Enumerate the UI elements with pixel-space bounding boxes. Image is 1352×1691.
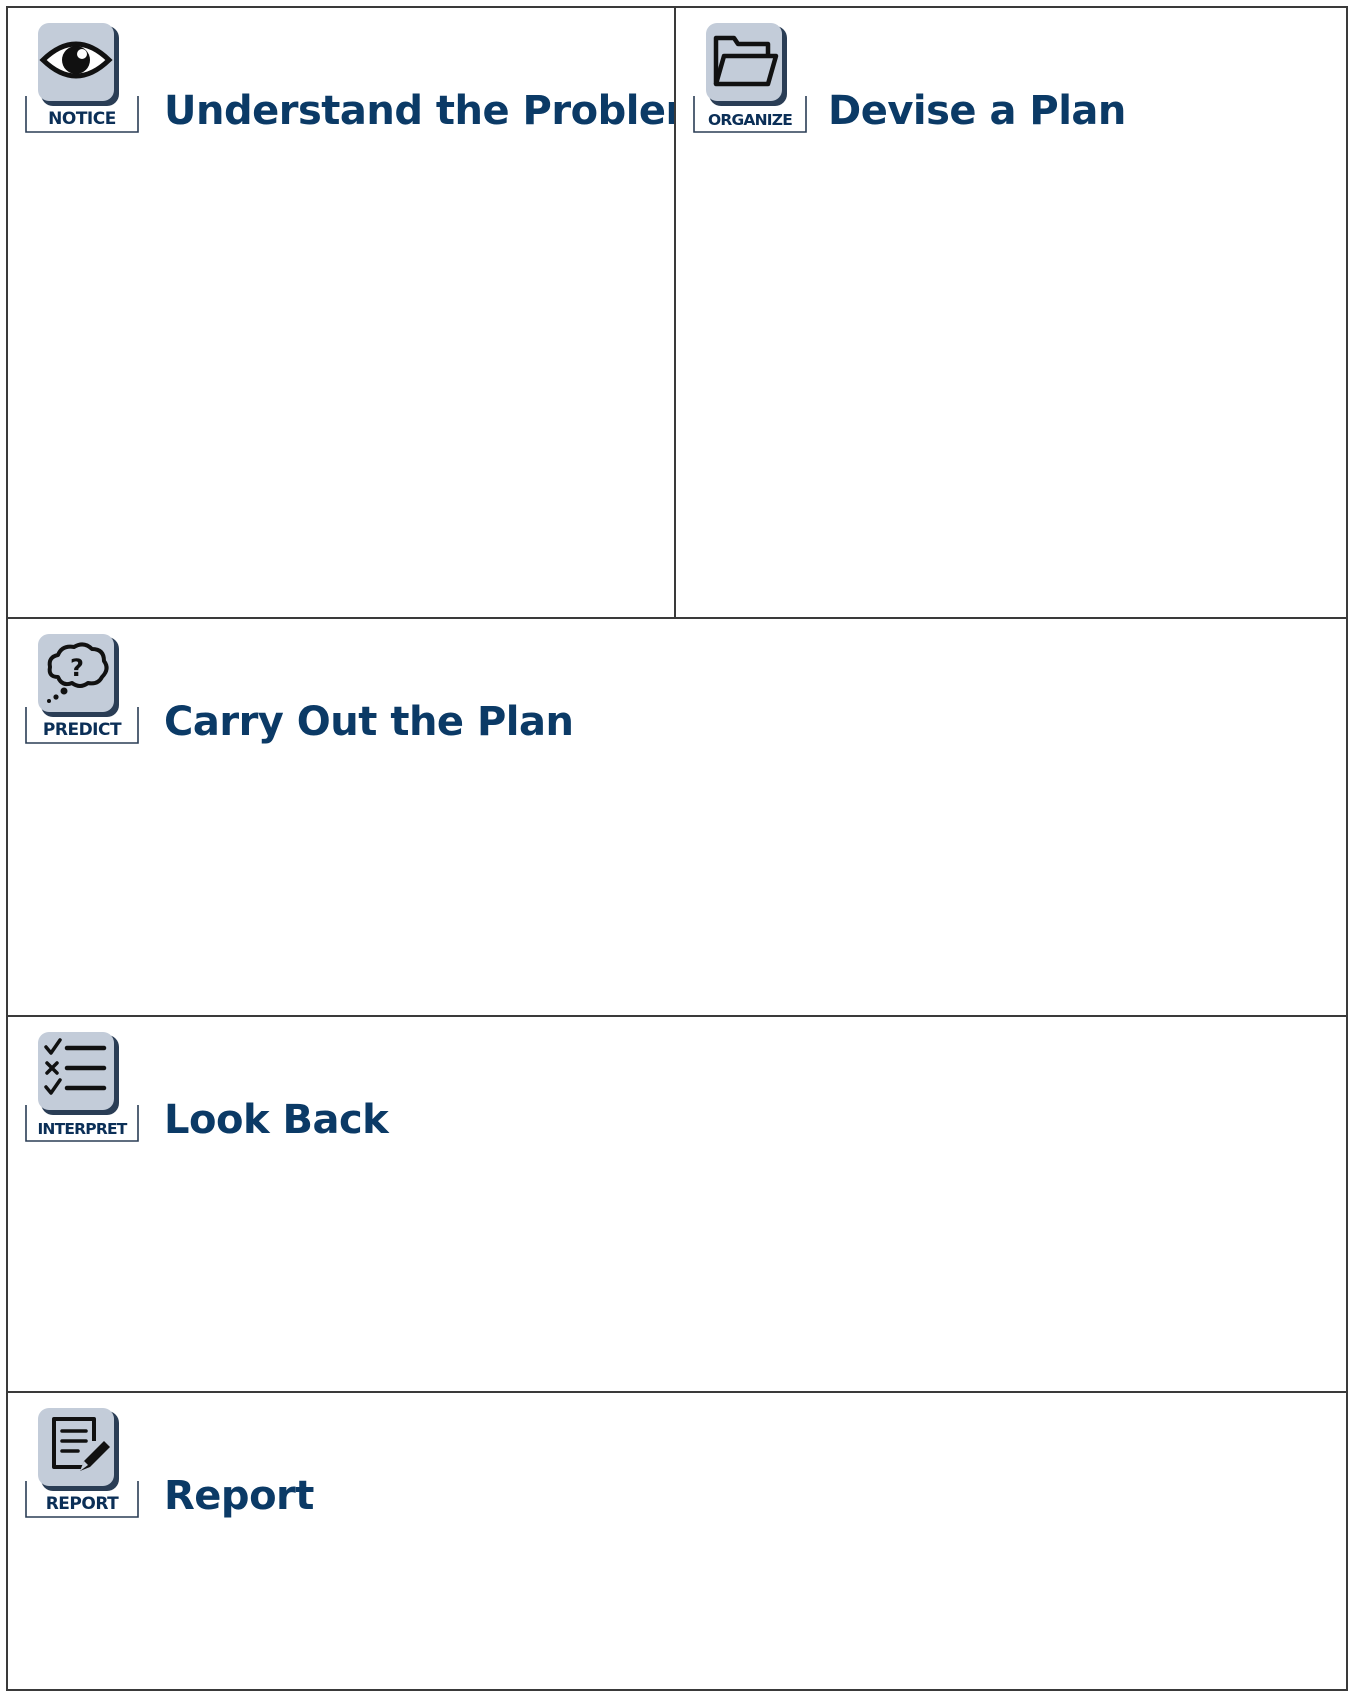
badge-label: REPORT [45,1494,119,1514]
section-title: Look Back [164,1097,389,1143]
section-understand-the-problem: NOTICE Understand the Problem [6,6,707,619]
section-title: Report [164,1473,314,1519]
section-title: Devise a Plan [828,88,1126,134]
section-report: REPORT Report [6,1391,1348,1691]
notice-badge: NOTICE [22,22,142,134]
section-devise-a-plan: ORGANIZE Devise a Plan [674,6,1348,619]
badge-label: NOTICE [48,109,116,129]
section-title: Carry Out the Plan [164,699,574,745]
svg-text:?: ? [70,654,84,682]
badge-label: PREDICT [42,720,122,740]
organize-badge: ORGANIZE [690,22,810,134]
predict-badge: ? PREDICT [22,633,142,745]
report-badge: REPORT [22,1407,142,1519]
badge-label: ORGANIZE [708,111,793,129]
interpret-badge: INTERPRET [22,1031,142,1143]
problem-solving-worksheet: NOTICE Understand the Problem ORGANIZE D… [6,6,1348,1691]
section-carry-out-the-plan: ? PREDICT Carry Out the Plan [6,617,1348,1017]
section-title: Understand the Problem [164,88,707,134]
section-look-back: INTERPRET Look Back [6,1015,1348,1393]
badge-label: INTERPRET [37,1120,127,1138]
